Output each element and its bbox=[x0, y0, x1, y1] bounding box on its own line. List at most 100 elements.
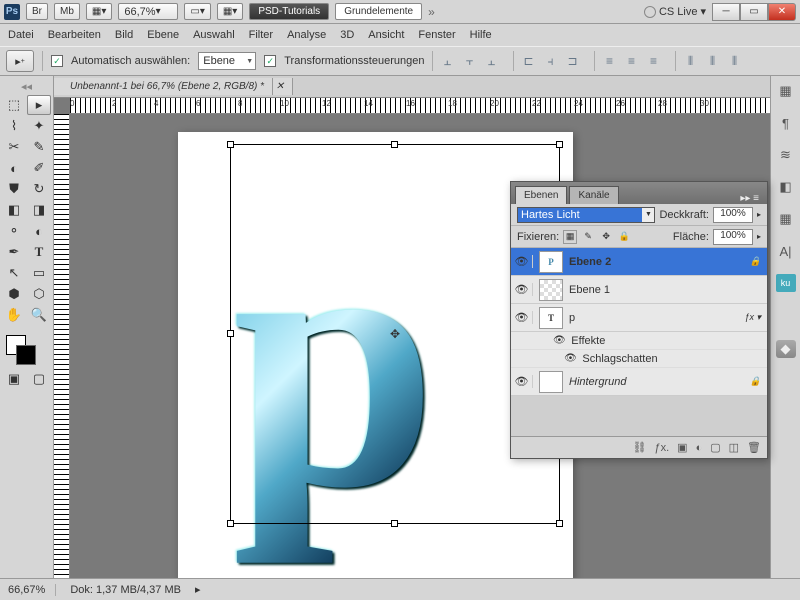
text-layer-icon[interactable]: T bbox=[539, 307, 563, 329]
effects-row[interactable]: 👁 Effekte bbox=[511, 332, 767, 350]
dist-right-icon[interactable]: ⦀ bbox=[724, 51, 744, 71]
menu-ebene[interactable]: Ebene bbox=[147, 29, 179, 41]
align-bottom-icon[interactable]: ⫠ bbox=[481, 51, 501, 71]
character-panel-icon[interactable]: A| bbox=[776, 242, 796, 260]
screen-mode-button[interactable]: ▭▾ bbox=[184, 3, 210, 20]
dist-vcenter-icon[interactable]: ≡ bbox=[621, 51, 641, 71]
fx-button[interactable]: ƒx. bbox=[654, 442, 669, 454]
brush-panel-icon[interactable]: ▦ bbox=[776, 82, 796, 100]
history-panel-icon[interactable]: ≋ bbox=[776, 146, 796, 164]
lock-all-button[interactable]: 🔒 bbox=[617, 230, 631, 244]
color-panel-icon[interactable]: ◧ bbox=[776, 178, 796, 196]
auto-select-checkbox[interactable]: ✓ bbox=[51, 55, 63, 67]
toolbox-collapse[interactable]: ◂◂ bbox=[2, 80, 51, 93]
menu-analyse[interactable]: Analyse bbox=[287, 29, 326, 41]
crop-tool[interactable]: ✂ bbox=[2, 137, 26, 157]
background-swatch[interactable] bbox=[16, 345, 36, 365]
extras-button[interactable]: ▦▾ bbox=[217, 3, 243, 20]
adjustment-button[interactable]: ◐ bbox=[696, 442, 703, 454]
fill-flyout[interactable]: ▸ bbox=[757, 232, 761, 241]
menu-auswahl[interactable]: Auswahl bbox=[193, 29, 235, 41]
maximize-button[interactable]: ▭ bbox=[740, 3, 768, 21]
dist-hcenter-icon[interactable]: ⦀ bbox=[702, 51, 722, 71]
stamp-tool[interactable]: ⛊ bbox=[2, 179, 26, 199]
kuler-panel-icon[interactable]: ku bbox=[776, 274, 796, 292]
ruler-horizontal[interactable]: 024681012141618202224262830 bbox=[70, 98, 770, 114]
shape-tool[interactable]: ▭ bbox=[27, 263, 51, 283]
menu-fenster[interactable]: Fenster bbox=[418, 29, 455, 41]
new-layer-button[interactable]: ◫ bbox=[729, 441, 739, 454]
lock-pixels-button[interactable]: ✎ bbox=[581, 230, 595, 244]
mask-button[interactable]: ▣ bbox=[677, 441, 687, 454]
minibridge-button[interactable]: Mb bbox=[54, 3, 80, 20]
more-workspaces[interactable]: » bbox=[428, 5, 435, 19]
layer-ebene-1[interactable]: 👁 Ebene 1 bbox=[511, 276, 767, 304]
menu-ansicht[interactable]: Ansicht bbox=[368, 29, 404, 41]
current-tool-icon[interactable]: ▸+ bbox=[6, 50, 34, 72]
type-tool[interactable]: T bbox=[27, 242, 51, 262]
screenmode-button[interactable]: ▢ bbox=[27, 369, 51, 389]
status-zoom[interactable]: 66,67% bbox=[8, 584, 56, 596]
dist-bottom-icon[interactable]: ≡ bbox=[643, 51, 663, 71]
lock-position-button[interactable]: ✥ bbox=[599, 230, 613, 244]
gradient-tool[interactable]: ◨ bbox=[27, 200, 51, 220]
document-tab[interactable]: Unbenannt-1 bei 66,7% (Ebene 2, RGB/8) *… bbox=[54, 78, 293, 95]
cs-live-button[interactable]: CS Live ▾ bbox=[644, 5, 706, 18]
transform-controls-checkbox[interactable]: ✓ bbox=[264, 55, 276, 67]
visibility-toggle[interactable]: 👁 bbox=[511, 283, 533, 296]
tab-kanaele[interactable]: Kanäle bbox=[569, 186, 618, 204]
link-layers-button[interactable]: ⛓ bbox=[633, 441, 647, 454]
opacity-field[interactable]: 100% bbox=[713, 207, 753, 223]
layer-name[interactable]: p bbox=[569, 312, 575, 324]
marquee-tool[interactable]: ⬚ bbox=[2, 95, 26, 115]
menu-bearbeiten[interactable]: Bearbeiten bbox=[48, 29, 101, 41]
eyedropper-tool[interactable]: ✎ bbox=[27, 137, 51, 157]
history-brush-tool[interactable]: ↻ bbox=[27, 179, 51, 199]
opacity-flyout[interactable]: ▸ bbox=[757, 210, 761, 219]
layers-panel[interactable]: Ebenen Kanäle ▸▸ ≡ Hartes Licht Deckkraf… bbox=[510, 181, 768, 459]
layer-name[interactable]: Hintergrund bbox=[569, 376, 626, 388]
close-button[interactable]: ✕ bbox=[768, 3, 796, 21]
visibility-toggle[interactable]: 👁 bbox=[511, 375, 533, 388]
blur-tool[interactable]: ⚬ bbox=[2, 221, 26, 241]
lock-transparency-button[interactable]: ▦ bbox=[563, 230, 577, 244]
menu-bild[interactable]: Bild bbox=[115, 29, 133, 41]
arrange-button[interactable]: ▦▾ bbox=[86, 3, 112, 20]
zoom-level-button[interactable]: 66,7% ▾ bbox=[118, 3, 178, 20]
group-button[interactable]: ▢ bbox=[710, 441, 720, 454]
workspace-tab-light[interactable]: Grundelemente bbox=[335, 3, 422, 20]
swatches-panel-icon[interactable]: ▦ bbox=[776, 210, 796, 228]
layer-thumbnail[interactable]: P bbox=[539, 251, 563, 273]
menu-filter[interactable]: Filter bbox=[249, 29, 273, 41]
zoom-tool[interactable]: 🔍 bbox=[27, 305, 51, 325]
layer-thumbnail[interactable] bbox=[539, 279, 563, 301]
align-left-icon[interactable]: ⊏ bbox=[518, 51, 538, 71]
visibility-toggle[interactable]: 👁 bbox=[511, 311, 533, 324]
panel-flyout-menu[interactable]: ▸▸ ≡ bbox=[736, 193, 763, 204]
delete-layer-button[interactable]: 🗑 bbox=[747, 441, 761, 454]
eraser-tool[interactable]: ◧ bbox=[2, 200, 26, 220]
tab-ebenen[interactable]: Ebenen bbox=[515, 186, 567, 204]
ruler-vertical[interactable] bbox=[54, 114, 70, 578]
menu-datei[interactable]: Datei bbox=[8, 29, 34, 41]
layer-name[interactable]: Ebene 1 bbox=[569, 284, 610, 296]
status-doc-info[interactable]: Dok: 1,37 MB/4,37 MB bbox=[70, 584, 181, 596]
drop-shadow-row[interactable]: 👁 Schlagschatten bbox=[511, 350, 767, 368]
visibility-toggle[interactable]: 👁 bbox=[511, 255, 533, 268]
dodge-tool[interactable]: ◐ bbox=[27, 221, 51, 241]
dist-top-icon[interactable]: ≡ bbox=[599, 51, 619, 71]
status-flyout[interactable]: ▸ bbox=[195, 583, 201, 596]
minimize-button[interactable]: ─ bbox=[712, 3, 740, 21]
brush-tool[interactable]: ✐ bbox=[27, 158, 51, 178]
align-vcenter-icon[interactable]: ⫟ bbox=[459, 51, 479, 71]
align-hcenter-icon[interactable]: ⫞ bbox=[540, 51, 560, 71]
layer-thumbnail[interactable] bbox=[539, 371, 563, 393]
paragraph-panel-icon[interactable]: ¶ bbox=[776, 114, 796, 132]
hand-tool[interactable]: ✋ bbox=[2, 305, 26, 325]
3d-tool[interactable]: ⬢ bbox=[2, 284, 26, 304]
move-tool[interactable]: ▸ bbox=[27, 95, 51, 115]
quickmask-button[interactable]: ▣ bbox=[2, 369, 26, 389]
align-top-icon[interactable]: ⫠ bbox=[437, 51, 457, 71]
fill-field[interactable]: 100% bbox=[713, 229, 753, 245]
bridge-button[interactable]: Br bbox=[26, 3, 48, 20]
